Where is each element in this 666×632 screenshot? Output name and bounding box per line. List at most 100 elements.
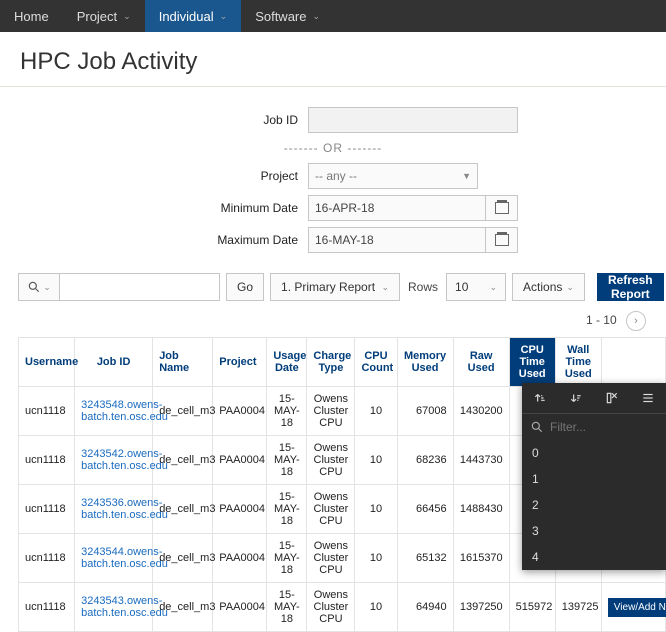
actions-label: Actions [523,280,562,294]
chevron-down-icon: ⌄ [313,11,321,22]
nav-item-software[interactable]: Software ⌄ [241,0,334,32]
col-usage-date[interactable]: Usage Date [267,338,307,387]
col-username[interactable]: Username [19,338,75,387]
col-cpu-time-used[interactable]: CPU Time Used [509,338,555,387]
column-filter-option[interactable]: 2 [522,492,666,518]
cell-charge-type: Owens Cluster CPU [307,387,355,436]
cell-project: PAA0004 [213,583,267,632]
chevron-down-icon: ⌄ [566,282,574,293]
sort-asc-button[interactable] [522,383,558,413]
report-select-value: 1. Primary Report [281,280,375,294]
cell-username: ucn1118 [19,387,75,436]
job-id-link[interactable]: 3243536.owens-batch.ten.osc.edu [81,497,168,521]
sort-desc-icon [569,391,583,405]
table-row: ucn11183243543.owens-batch.ten.osc.edude… [19,583,666,632]
chevron-down-icon: ⌄ [43,282,51,293]
cell-job-id: 3243536.owens-batch.ten.osc.edu [75,485,153,534]
col-raw-used[interactable]: Raw Used [453,338,509,387]
cell-usage-date: 15-MAY-18 [267,387,307,436]
col-cpu-count[interactable]: CPU Count [355,338,397,387]
nav-label: Individual [159,9,214,24]
col-job-name[interactable]: Job Name [153,338,213,387]
cell-memory-used: 68236 [397,436,453,485]
column-filter-input[interactable] [550,420,640,434]
cell-job-id: 3243548.owens-batch.ten.osc.edu [75,387,153,436]
col-job-id[interactable]: Job ID [75,338,153,387]
column-menu-actions [522,383,666,414]
cell-memory-used: 64940 [397,583,453,632]
chevron-down-icon: ⌄ [220,11,228,22]
column-filter-option[interactable]: 3 [522,518,666,544]
chevron-down-icon: ⌄ [489,282,497,293]
hide-column-button[interactable] [594,383,630,413]
next-page-button[interactable]: › [626,311,646,331]
cell-project: PAA0004 [213,387,267,436]
job-id-link[interactable]: 3243548.owens-batch.ten.osc.edu [81,399,168,423]
cell-raw-used: 1397250 [453,583,509,632]
table-header-row: Username Job ID Job Name Project Usage D… [19,338,666,387]
chevron-down-icon: ▼ [462,171,471,181]
col-project[interactable]: Project [213,338,267,387]
view-add-button[interactable]: View/Add N [608,598,666,617]
report-toolbar: ⌄ Go 1. Primary Report ⌄ Rows 10 ⌄ Actio… [0,267,666,307]
rows-select[interactable]: 10 ⌄ [446,273,506,301]
cell-cpu-time: 515972 [509,583,555,632]
page-title: HPC Job Activity [0,32,666,87]
rows-label: Rows [408,280,438,294]
filter-form: Job ID ------- OR ------- Project -- any… [0,87,666,267]
job-id-link[interactable]: 3243542.owens-batch.ten.osc.edu [81,448,168,472]
refresh-report-button[interactable]: Refresh Report [597,273,664,301]
column-filter-option[interactable]: 0 [522,440,666,466]
cell-job-name: de_cell_m3 [153,436,213,485]
column-filter-option[interactable]: 4 [522,544,666,570]
max-date-picker-button[interactable] [486,227,518,253]
search-icon [27,280,41,294]
column-filter-option[interactable]: 1 [522,466,666,492]
go-button[interactable]: Go [226,273,264,301]
cell-wall-time: 139725 [555,583,601,632]
cell-username: ucn1118 [19,485,75,534]
col-action [601,338,665,387]
cell-job-name: de_cell_m3 [153,387,213,436]
min-date-input[interactable] [308,195,486,221]
calendar-icon [495,234,509,246]
cell-usage-date: 15-MAY-18 [267,436,307,485]
search-input[interactable] [60,273,220,301]
cell-action: View/Add N [601,583,665,632]
job-id-label: Job ID [148,113,308,127]
cell-cpu-count: 10 [355,436,397,485]
hide-column-icon [605,391,619,405]
max-date-input[interactable] [308,227,486,253]
sort-desc-button[interactable] [558,383,594,413]
search-icon [530,420,544,434]
job-id-input[interactable] [308,107,518,133]
job-id-link[interactable]: 3243544.owens-batch.ten.osc.edu [81,546,168,570]
control-break-icon [641,391,655,405]
job-id-link[interactable]: 3243543.owens-batch.ten.osc.edu [81,595,168,619]
cell-project: PAA0004 [213,485,267,534]
search-column-select[interactable]: ⌄ [18,273,60,301]
cell-usage-date: 15-MAY-18 [267,485,307,534]
col-memory-used[interactable]: Memory Used [397,338,453,387]
nav-item-individual[interactable]: Individual ⌄ [145,0,241,32]
nav-label: Home [14,9,49,24]
cell-username: ucn1118 [19,436,75,485]
cell-job-name: de_cell_m3 [153,534,213,583]
pagination-text: 1 - 10 [586,313,617,327]
actions-menu[interactable]: Actions ⌄ [512,273,585,301]
calendar-icon [495,202,509,214]
project-select[interactable]: -- any -- ▼ [308,163,478,189]
nav-item-home[interactable]: Home [0,0,63,32]
cell-raw-used: 1488430 [453,485,509,534]
report-select[interactable]: 1. Primary Report ⌄ [270,273,400,301]
col-wall-time-used[interactable]: Wall Time Used [555,338,601,387]
cell-raw-used: 1430200 [453,387,509,436]
cell-charge-type: Owens Cluster CPU [307,583,355,632]
control-break-button[interactable] [630,383,666,413]
search-group: ⌄ [18,273,220,301]
min-date-picker-button[interactable] [486,195,518,221]
column-menu-popup: 01234 [522,383,666,570]
col-charge-type[interactable]: Charge Type [307,338,355,387]
nav-label: Software [255,9,306,24]
nav-item-project[interactable]: Project⌄ [63,0,145,32]
